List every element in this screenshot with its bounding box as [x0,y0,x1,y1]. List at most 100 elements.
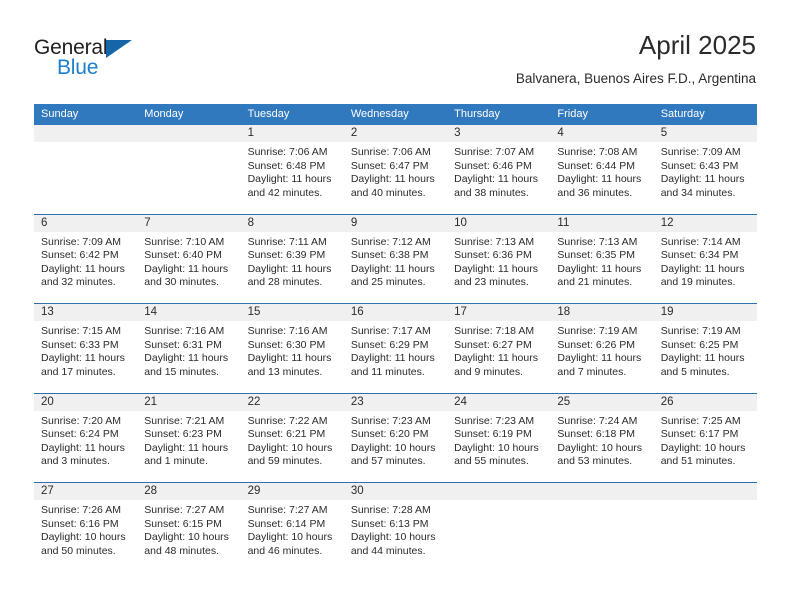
calendar-day-cell[interactable]: 14 Sunrise: 7:16 AM Sunset: 6:31 PM Dayligh… [137,304,241,393]
sunrise-text: Sunrise: 7:13 AM [557,235,638,248]
calendar-day-cell[interactable]: 19 Sunrise: 7:19 AM Sunset: 6:25 PM Dayligh… [653,304,757,393]
weekday-header-thursday: Thursday [454,108,500,120]
day-number: 13 [34,304,138,321]
sunset-text: Sunset: 6:36 PM [454,249,532,261]
calendar-day-cell[interactable]: 25 Sunrise: 7:24 AM Sunset: 6:18 PM Dayligh… [550,393,654,482]
calendar-day-cell[interactable]: 6 Sunrise: 7:09 AM Sunset: 6:42 PM Daylight… [34,214,138,303]
daylight-text: Daylight: 11 hours [660,173,745,185]
calendar-day-cell[interactable]: 10 Sunrise: 7:13 AM Sunset: 6:36 PM Dayligh… [447,214,551,303]
calendar-day-cell[interactable]: 11 Sunrise: 7:13 AM Sunset: 6:35 PM Dayligh… [550,214,654,303]
sunset-text: Sunset: 6:25 PM [660,338,739,351]
sunset-text: Sunset: 6:39 PM [247,249,326,261]
calendar-day-cell[interactable]: 28 Sunrise: 7:27 AM Sunset: 6:15 PM Dayligh… [137,483,241,572]
daylight-text: and 57 minutes. [350,455,426,467]
page-subtitle: Balvanera, Buenos Aires F.D., Argentina [515,71,756,86]
sunset-text: Sunset: 6:23 PM [144,428,222,440]
calendar-day-cell[interactable]: 2 Sunrise: 7:06 AM Sunset: 6:47 PM Daylight… [343,125,448,214]
calendar-day-cell[interactable]: 7 Sunrise: 7:10 AM Sunset: 6:40 PM Daylight… [137,214,241,303]
day-details: Sunrise: 7:16 AM Sunset: 6:31 PM Daylight:… [137,321,240,379]
calendar-day-cell[interactable]: 9 Sunrise: 7:12 AM Sunset: 6:38 PM Daylight… [343,214,448,303]
sunrise-text: Sunrise: 7:09 AM [660,146,741,158]
daylight-text: Daylight: 10 hours [350,441,436,454]
daylight-text: Daylight: 10 hours [454,441,539,454]
day-details: Sunrise: 7:13 AM Sunset: 6:36 PM Daylight:… [447,232,550,290]
weekday-header-monday: Monday [144,108,184,120]
daylight-text: Daylight: 11 hours [247,352,332,364]
day-details: Sunrise: 7:26 AM Sunset: 6:16 PM Daylight:… [34,500,137,558]
sunrise-text: Sunrise: 7:16 AM [144,325,225,337]
daylight-text: and 7 minutes. [557,365,627,378]
sunset-text: Sunset: 6:43 PM [660,159,739,172]
sunrise-text: Sunrise: 7:23 AM [350,414,431,427]
daylight-text: Daylight: 10 hours [144,531,229,543]
calendar-day-cell[interactable]: 13 Sunrise: 7:15 AM Sunset: 6:33 PM Dayligh… [34,304,138,393]
calendar-day-cell[interactable]: 1 Sunrise: 7:06 AM Sunset: 6:48 PM Daylight… [240,125,344,214]
daylight-text: Daylight: 11 hours [454,262,538,275]
daylight-text: Daylight: 10 hours [660,441,746,454]
calendar-day-cell[interactable]: 8 Sunrise: 7:11 AM Sunset: 6:39 PM Daylight… [240,214,344,303]
sunset-text: Sunset: 6:19 PM [454,428,532,440]
weekday-header-wednesday: Wednesday [350,108,409,120]
calendar-day-cell[interactable]: 16 Sunrise: 7:17 AM Sunset: 6:29 PM Dayligh… [343,304,448,393]
day-details: Sunrise: 7:19 AM Sunset: 6:25 PM Daylight:… [654,321,757,379]
sunrise-text: Sunrise: 7:25 AM [660,414,741,427]
sunset-text: Sunset: 6:13 PM [350,517,429,530]
day-number: 11 [550,214,654,232]
calendar-day-cell[interactable]: 12 Sunrise: 7:14 AM Sunset: 6:34 PM Dayligh… [653,214,757,303]
calendar-day-cell[interactable]: 21 Sunrise: 7:21 AM Sunset: 6:23 PM Dayligh… [137,393,241,482]
daylight-text: and 5 minutes. [660,365,730,378]
day-number: 6 [34,214,138,232]
calendar-day-cell[interactable]: 30 Sunrise: 7:28 AM Sunset: 6:13 PM Dayligh… [343,483,448,572]
sunset-text: Sunset: 6:42 PM [41,249,119,261]
general-blue-logo[interactable]: General Blue [34,36,154,82]
calendar-day-cell[interactable]: 15 Sunrise: 7:16 AM Sunset: 6:30 PM Dayligh… [240,304,344,393]
calendar-day-cell[interactable]: 24 Sunrise: 7:23 AM Sunset: 6:19 PM Dayligh… [447,393,551,482]
calendar-weeks: 1 Sunrise: 7:06 AM Sunset: 6:48 PM Daylight… [34,125,757,572]
calendar-day-cell[interactable]: 22 Sunrise: 7:22 AM Sunset: 6:21 PM Dayligh… [240,393,344,482]
sunset-text: Sunset: 6:29 PM [350,338,429,351]
sunrise-text: Sunrise: 7:27 AM [144,504,225,516]
daylight-text: and 28 minutes. [247,276,323,288]
calendar-day-cell[interactable]: 18 Sunrise: 7:19 AM Sunset: 6:26 PM Dayligh… [550,304,654,393]
day-number: 26 [653,393,757,411]
calendar-week-row: 20 Sunrise: 7:20 AM Sunset: 6:24 PM Dayligh… [34,392,757,482]
day-details: Sunrise: 7:11 AM Sunset: 6:39 PM Daylight:… [241,232,344,290]
calendar-day-cell[interactable]: 17 Sunrise: 7:18 AM Sunset: 6:27 PM Dayligh… [447,304,551,393]
calendar-day-cell[interactable]: 5 Sunrise: 7:09 AM Sunset: 6:43 PM Daylight… [653,125,757,214]
day-number: 21 [137,393,241,411]
daylight-text: and 30 minutes. [144,276,219,288]
daylight-text: and 40 minutes. [350,186,426,199]
sunrise-text: Sunrise: 7:20 AM [41,414,121,427]
daylight-text: and 34 minutes. [660,186,736,199]
sunrise-text: Sunrise: 7:13 AM [454,235,535,248]
daylight-text: and 44 minutes. [350,544,426,557]
sunset-text: Sunset: 6:44 PM [557,159,636,172]
weekday-header-tuesday: Tuesday [247,108,290,120]
daylight-text: and 21 minutes. [557,276,633,288]
calendar-day-cell[interactable]: 3 Sunrise: 7:07 AM Sunset: 6:46 PM Daylight… [447,125,551,214]
daylight-text: and 1 minute. [144,455,208,467]
sunrise-text: Sunrise: 7:12 AM [350,235,431,248]
day-number: 7 [137,214,241,232]
calendar-day-cell-empty [34,125,138,214]
calendar-day-cell[interactable]: 27 Sunrise: 7:26 AM Sunset: 6:16 PM Dayligh… [34,483,138,572]
day-number: 5 [653,125,757,142]
calendar-week-row: 13 Sunrise: 7:15 AM Sunset: 6:33 PM Dayligh… [34,303,757,393]
sunset-text: Sunset: 6:21 PM [247,428,326,440]
calendar-day-cell[interactable]: 4 Sunrise: 7:08 AM Sunset: 6:44 PM Daylight… [550,125,654,214]
sunrise-text: Sunrise: 7:22 AM [247,414,328,427]
calendar-day-cell[interactable]: 20 Sunrise: 7:20 AM Sunset: 6:24 PM Dayligh… [34,393,138,482]
daylight-text: and 36 minutes. [557,186,633,199]
calendar-day-cell[interactable]: 23 Sunrise: 7:23 AM Sunset: 6:20 PM Dayligh… [343,393,448,482]
day-details: Sunrise: 7:08 AM Sunset: 6:44 PM Daylight:… [550,142,653,200]
day-details: Sunrise: 7:12 AM Sunset: 6:38 PM Daylight:… [344,232,447,290]
calendar-day-cell[interactable]: 26 Sunrise: 7:25 AM Sunset: 6:17 PM Dayligh… [653,393,757,482]
day-details: Sunrise: 7:21 AM Sunset: 6:23 PM Daylight:… [137,411,240,469]
daylight-text: and 55 minutes. [454,455,529,467]
sunrise-text: Sunrise: 7:11 AM [247,235,327,248]
sunset-text: Sunset: 6:24 PM [41,428,119,440]
sunrise-text: Sunrise: 7:27 AM [247,504,328,516]
calendar-day-cell[interactable]: 29 Sunrise: 7:27 AM Sunset: 6:14 PM Dayligh… [240,483,344,572]
sunset-text: Sunset: 6:47 PM [350,159,429,172]
weekday-header-row: Sunday Monday Tuesday Wednesday Thursday Frid… [34,104,757,125]
